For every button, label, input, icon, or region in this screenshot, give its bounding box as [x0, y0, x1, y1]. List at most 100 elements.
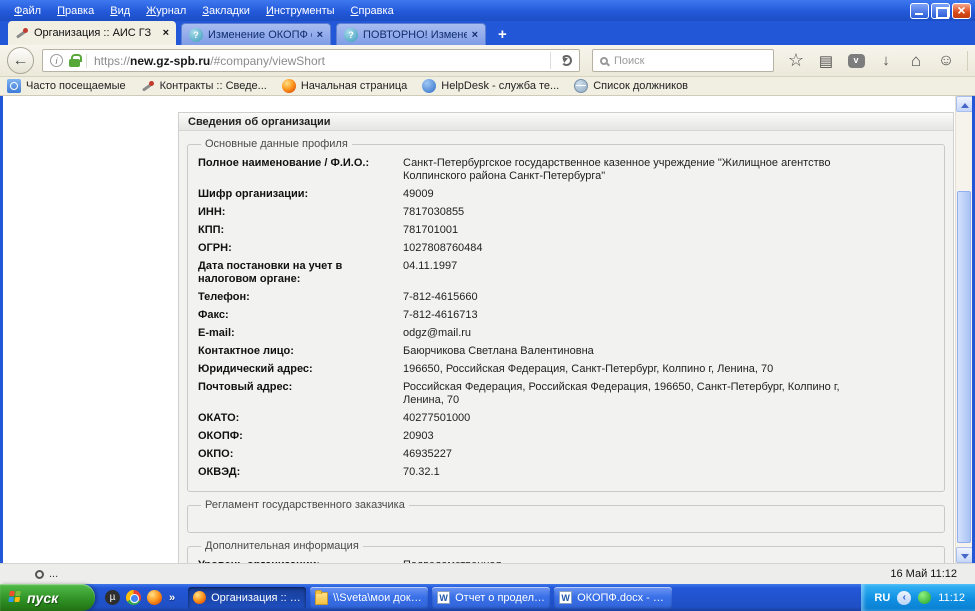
taskbar-task-button[interactable]: \\Sveta\мои докумен...: [310, 586, 429, 609]
field-value: 781701001: [403, 224, 459, 236]
back-button[interactable]: ←: [7, 47, 34, 74]
downloads-icon[interactable]: [877, 52, 895, 70]
secure-lock-icon[interactable]: [69, 53, 82, 67]
field-row: Дата постановки на учет в налоговом орга…: [198, 260, 934, 286]
firefox-icon[interactable]: [147, 590, 162, 605]
field-row: ОКОПФ: 20903: [198, 430, 934, 443]
field-row: ОКВЭД: 70.32.1: [198, 466, 934, 479]
close-button[interactable]: [952, 2, 971, 19]
field-row: КПП: 781701001: [198, 224, 934, 237]
field-value: Баюрчикова Светлана Валентиновна: [403, 345, 594, 357]
menu-item[interactable]: Закладки: [194, 2, 258, 20]
field-label: ОКАТО:: [198, 412, 240, 424]
field-row: Телефон: 7-812-4615660: [198, 291, 934, 304]
field-value: 196650, Российская Федерация, Санкт-Пете…: [403, 363, 774, 375]
browser-tab[interactable]: Изменение ОКОПФ организ... ×: [181, 23, 331, 45]
home-icon[interactable]: [907, 52, 925, 70]
vertical-scrollbar[interactable]: [955, 96, 972, 563]
folder-icon: [315, 590, 329, 605]
firefox-icon: [281, 79, 296, 93]
field-value: 20903: [403, 430, 434, 442]
menu-item[interactable]: Инструменты: [258, 2, 343, 20]
bookmarks-menu-icon[interactable]: [817, 52, 835, 70]
tab-close-icon[interactable]: ×: [317, 29, 323, 41]
field-label: КПП:: [198, 224, 225, 236]
field-row: ОГРН: 1027808760484: [198, 242, 934, 255]
divider: [967, 50, 968, 71]
field-label: Телефон:: [198, 291, 250, 303]
field-label: Дата постановки на учет в налоговом орга…: [198, 260, 343, 285]
field-row: ОКПО: 46935227: [198, 448, 934, 461]
field-row: Полное наименование / Ф.И.О.: Санкт-Петер…: [198, 157, 934, 183]
start-button[interactable]: пуск: [0, 584, 95, 611]
menu-item[interactable]: Справка: [343, 2, 402, 20]
tab-close-icon[interactable]: ×: [163, 27, 169, 39]
minimize-button[interactable]: [910, 2, 929, 19]
taskbar-task-button[interactable]: Организация :: АИС ...: [188, 586, 307, 609]
chrome-icon[interactable]: [126, 590, 141, 605]
taskbar: пуск » Организация :: АИС ... \\Sveta\мои…: [0, 584, 975, 611]
menu-item[interactable]: Вид: [102, 2, 138, 20]
reload-icon[interactable]: [561, 55, 572, 66]
quick-launch-overflow-icon[interactable]: »: [169, 592, 175, 604]
window-controls: [910, 2, 975, 19]
navigation-toolbar: ← https://new.gz-spb.ru/#company/viewSho…: [0, 45, 975, 77]
taskbar-task-button[interactable]: ОКОПФ.docx - Micro...: [554, 586, 673, 609]
utorrent-icon[interactable]: [105, 590, 120, 605]
bookmark-item[interactable]: HelpDesk - служба те...: [422, 79, 559, 93]
field-value: 46935227: [403, 448, 452, 460]
hide-icons-chevron-icon[interactable]: ‹: [897, 590, 912, 605]
menu-item[interactable]: Правка: [49, 2, 102, 20]
bookmark-label: Начальная страница: [300, 80, 408, 92]
bookmark-star-icon[interactable]: [787, 52, 805, 70]
field-value: 7-812-4616713: [403, 309, 478, 321]
pocket-icon[interactable]: [847, 52, 865, 70]
hello-chat-icon[interactable]: [937, 52, 955, 70]
new-tab-button[interactable]: +: [486, 26, 519, 43]
status-text: ...: [49, 568, 59, 580]
help-icon: [189, 27, 203, 42]
field-value: Санкт-Петербургское государственное казе…: [403, 157, 831, 182]
taskbar-task-button[interactable]: Отчет о проделанн...: [432, 586, 551, 609]
start-label: пуск: [27, 589, 59, 606]
menu-bar: Файл Правка Вид Журнал Закладки Инструменты Сп…: [0, 2, 402, 20]
field-label: Шифр организации:: [198, 188, 309, 200]
browser-tab[interactable]: Организация :: АИС ГЗ ×: [8, 21, 176, 45]
field-row: Контактное лицо: Баюрчикова Светлана Вале…: [198, 345, 934, 358]
field-value: 7817030855: [403, 206, 465, 218]
search-input[interactable]: Поиск: [592, 49, 774, 72]
section-title: Дополнительная информация: [205, 540, 359, 552]
menu-item[interactable]: Файл: [6, 2, 49, 20]
system-tray: RU ‹ 11:12: [861, 584, 975, 611]
bookmark-item[interactable]: Начальная страница: [281, 79, 408, 93]
bookmark-item[interactable]: Список должников: [574, 79, 688, 93]
title-bar: Файл Правка Вид Журнал Закладки Инструменты Сп…: [0, 0, 975, 21]
browser-tab[interactable]: ПОВТОРНО! Изменение ОКО... ×: [336, 23, 486, 45]
field-row: E-mail: odgz@mail.ru: [198, 327, 934, 340]
url-bar[interactable]: https://new.gz-spb.ru/#company/viewShort: [42, 49, 580, 72]
status-addon-icon[interactable]: [35, 569, 44, 579]
url-text: https://new.gz-spb.ru/#company/viewShort: [86, 53, 544, 68]
page-info-icon[interactable]: [50, 54, 63, 67]
tab-close-icon[interactable]: ×: [472, 29, 478, 41]
wrench-icon: [15, 26, 29, 40]
restore-button[interactable]: [931, 2, 950, 19]
language-indicator[interactable]: RU: [874, 592, 890, 604]
scroll-down-icon[interactable]: [956, 547, 972, 563]
field-label: Полное наименование / Ф.И.О.:: [198, 157, 370, 169]
status-bar: ... 16 Май 11:12: [0, 563, 975, 584]
bookmark-item[interactable]: Контракты :: Сведе...: [141, 79, 267, 93]
bookmark-item[interactable]: Часто посещаемые: [7, 79, 126, 93]
scrollbar-thumb[interactable]: [957, 191, 971, 543]
search-placeholder: Поиск: [614, 54, 645, 67]
field-label: E-mail:: [198, 327, 235, 339]
task-title: Организация :: АИС ...: [211, 591, 301, 604]
network-status-icon[interactable]: [918, 591, 932, 604]
helpdesk-icon: [422, 79, 437, 93]
clock: 11:12: [938, 591, 965, 604]
menu-item[interactable]: Журнал: [138, 2, 194, 20]
task-title: \\Sveta\мои докумен...: [333, 591, 424, 604]
organization-panel: Сведения об организации Основные данные …: [178, 112, 954, 563]
section-additional: Дополнительная информация Уровень органи…: [187, 540, 945, 563]
scroll-up-icon[interactable]: [956, 96, 972, 112]
